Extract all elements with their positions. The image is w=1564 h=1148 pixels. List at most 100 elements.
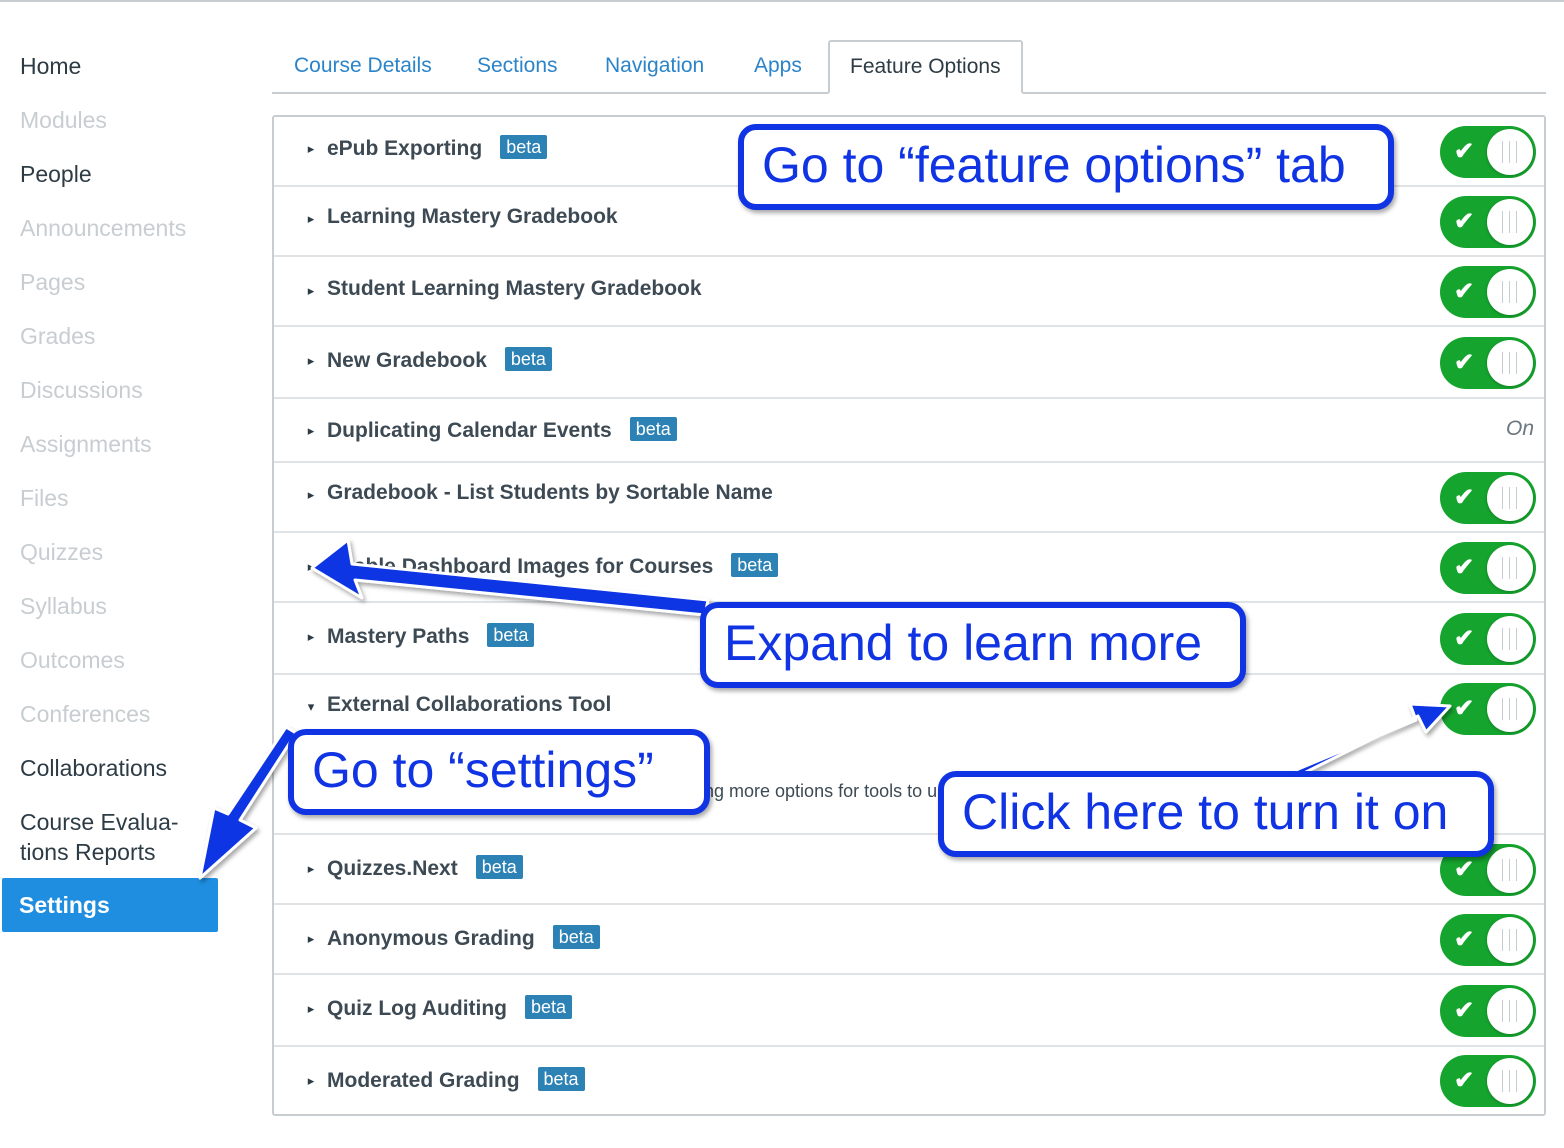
feature-name[interactable]: Anonymous Grading beta xyxy=(327,925,600,951)
feature-row-quiz-log-auditing: ▸ Quiz Log Auditing beta ✔ xyxy=(274,975,1544,1047)
feature-name[interactable]: Quizzes.Next beta xyxy=(327,855,523,881)
nav-course-evaluations-reports[interactable]: Course Evalua-tions Reports xyxy=(20,807,220,867)
expand-caret-icon[interactable]: ▸ xyxy=(304,353,318,369)
check-icon: ✔ xyxy=(1454,1067,1475,1094)
feature-toggle[interactable]: ✔ xyxy=(1440,266,1536,318)
feature-row-dashboard-images: ▸ Enable Dashboard Images for Courses bet… xyxy=(274,533,1544,603)
expand-caret-icon[interactable]: ▸ xyxy=(304,283,318,299)
feature-row-anonymous-grading: ▸ Anonymous Grading beta ✔ xyxy=(274,905,1544,975)
beta-badge: beta xyxy=(629,417,677,441)
toggle-knob xyxy=(1487,917,1533,963)
nav-outcomes[interactable]: Outcomes xyxy=(20,645,125,675)
tab-feature-options[interactable]: Feature Options xyxy=(828,40,1023,94)
toggle-knob xyxy=(1487,545,1533,591)
beta-badge: beta xyxy=(504,347,552,371)
feature-name[interactable]: ePub Exporting beta xyxy=(327,135,548,161)
expand-caret-icon[interactable]: ▸ xyxy=(304,629,318,645)
beta-badge: beta xyxy=(552,925,600,949)
tab-navigation[interactable]: Navigation xyxy=(605,40,704,92)
feature-name[interactable]: Enable Dashboard Images for Courses beta xyxy=(327,553,779,579)
nav-settings[interactable]: Settings xyxy=(2,878,218,932)
feature-row-student-learning-mastery-gradebook: ▸ Student Learning Mastery Gradebook ✔ xyxy=(274,257,1544,327)
check-icon: ✔ xyxy=(1454,349,1475,376)
tab-sections[interactable]: Sections xyxy=(477,40,558,92)
feature-toggle[interactable]: ✔ xyxy=(1440,337,1536,389)
expand-caret-icon[interactable]: ▸ xyxy=(304,1073,318,1089)
feature-row-gradebook-sortable-name: ▸ Gradebook - List Students by Sortable … xyxy=(274,463,1544,533)
check-icon: ✔ xyxy=(1454,138,1475,165)
callout-settings: Go to “settings” xyxy=(288,729,710,815)
callout-expand: Expand to learn more xyxy=(700,602,1246,688)
feature-name[interactable]: Student Learning Mastery Gradebook xyxy=(327,277,702,301)
beta-badge: beta xyxy=(731,553,779,577)
check-icon: ✔ xyxy=(1454,278,1475,305)
nav-conferences[interactable]: Conferences xyxy=(20,699,150,729)
feature-toggle[interactable]: ✔ xyxy=(1440,472,1536,524)
feature-row-new-gradebook: ▸ New Gradebook beta ✔ xyxy=(274,327,1544,399)
feature-name[interactable]: Learning Mastery Gradebook xyxy=(327,205,618,229)
check-icon: ✔ xyxy=(1454,554,1475,581)
collapse-caret-icon[interactable]: ▾ xyxy=(304,699,318,715)
nav-pages[interactable]: Pages xyxy=(20,267,85,297)
toggle-knob xyxy=(1487,199,1533,245)
feature-name[interactable]: Mastery Paths beta xyxy=(327,623,535,649)
feature-row-moderated-grading: ▸ Moderated Grading beta ✔ xyxy=(274,1047,1544,1114)
feature-name[interactable]: New Gradebook beta xyxy=(327,347,552,373)
nav-people[interactable]: People xyxy=(20,159,92,189)
beta-badge: beta xyxy=(500,135,548,159)
nav-syllabus[interactable]: Syllabus xyxy=(20,591,107,621)
feature-name[interactable]: External Collaborations Tool xyxy=(327,693,611,717)
check-icon: ✔ xyxy=(1454,208,1475,235)
callout-turn-on: Click here to turn it on xyxy=(938,771,1494,857)
feature-toggle[interactable]: ✔ xyxy=(1440,985,1536,1037)
feature-description: ng more options for tools to u xyxy=(704,781,938,801)
check-icon: ✔ xyxy=(1454,856,1475,883)
toggle-knob xyxy=(1487,1058,1533,1104)
beta-badge: beta xyxy=(525,995,573,1019)
feature-name[interactable]: Moderated Grading beta xyxy=(327,1067,585,1093)
expand-caret-icon[interactable]: ▸ xyxy=(304,141,318,157)
check-icon: ✔ xyxy=(1454,484,1475,511)
check-icon: ✔ xyxy=(1454,625,1475,652)
feature-toggle[interactable]: ✔ xyxy=(1440,196,1536,248)
toggle-knob xyxy=(1487,988,1533,1034)
beta-badge: beta xyxy=(475,855,523,879)
nav-collaborations[interactable]: Collaborations xyxy=(20,753,167,783)
nav-modules[interactable]: Modules xyxy=(20,105,107,135)
expand-caret-icon[interactable]: ▸ xyxy=(304,487,318,503)
expand-caret-icon[interactable]: ▸ xyxy=(304,559,318,575)
check-icon: ✔ xyxy=(1454,926,1475,953)
nav-announcements[interactable]: Announcements xyxy=(20,213,186,243)
toggle-knob xyxy=(1487,475,1533,521)
feature-toggle[interactable]: ✔ xyxy=(1440,914,1536,966)
feature-toggle[interactable]: ✔ xyxy=(1440,126,1536,178)
tab-course-details[interactable]: Course Details xyxy=(294,40,432,92)
expand-caret-icon[interactable]: ▸ xyxy=(304,1001,318,1017)
toggle-knob xyxy=(1487,847,1533,893)
expand-caret-icon[interactable]: ▸ xyxy=(304,423,318,439)
feature-toggle[interactable]: ✔ xyxy=(1440,683,1536,735)
feature-name[interactable]: Gradebook - List Students by Sortable Na… xyxy=(327,481,773,505)
expand-caret-icon[interactable]: ▸ xyxy=(304,861,318,877)
toggle-knob xyxy=(1487,616,1533,662)
nav-discussions[interactable]: Discussions xyxy=(20,375,143,405)
nav-files[interactable]: Files xyxy=(20,483,69,513)
top-divider xyxy=(0,0,1564,2)
expand-caret-icon[interactable]: ▸ xyxy=(304,211,318,227)
nav-assignments[interactable]: Assignments xyxy=(20,429,152,459)
toggle-knob xyxy=(1487,269,1533,315)
nav-home[interactable]: Home xyxy=(20,51,81,81)
nav-quizzes[interactable]: Quizzes xyxy=(20,537,103,567)
feature-toggle[interactable]: ✔ xyxy=(1440,613,1536,665)
toggle-knob xyxy=(1487,686,1533,732)
expand-caret-icon[interactable]: ▸ xyxy=(304,931,318,947)
nav-grades[interactable]: Grades xyxy=(20,321,95,351)
beta-badge: beta xyxy=(537,1067,585,1091)
feature-name[interactable]: Duplicating Calendar Events beta xyxy=(327,417,677,443)
feature-toggle[interactable]: ✔ xyxy=(1440,542,1536,594)
feature-row-duplicating-calendar-events: ▸ Duplicating Calendar Events beta On xyxy=(274,399,1544,463)
toggle-knob xyxy=(1487,129,1533,175)
tab-apps[interactable]: Apps xyxy=(754,40,802,92)
feature-name[interactable]: Quiz Log Auditing beta xyxy=(327,995,573,1021)
feature-toggle[interactable]: ✔ xyxy=(1440,1055,1536,1107)
